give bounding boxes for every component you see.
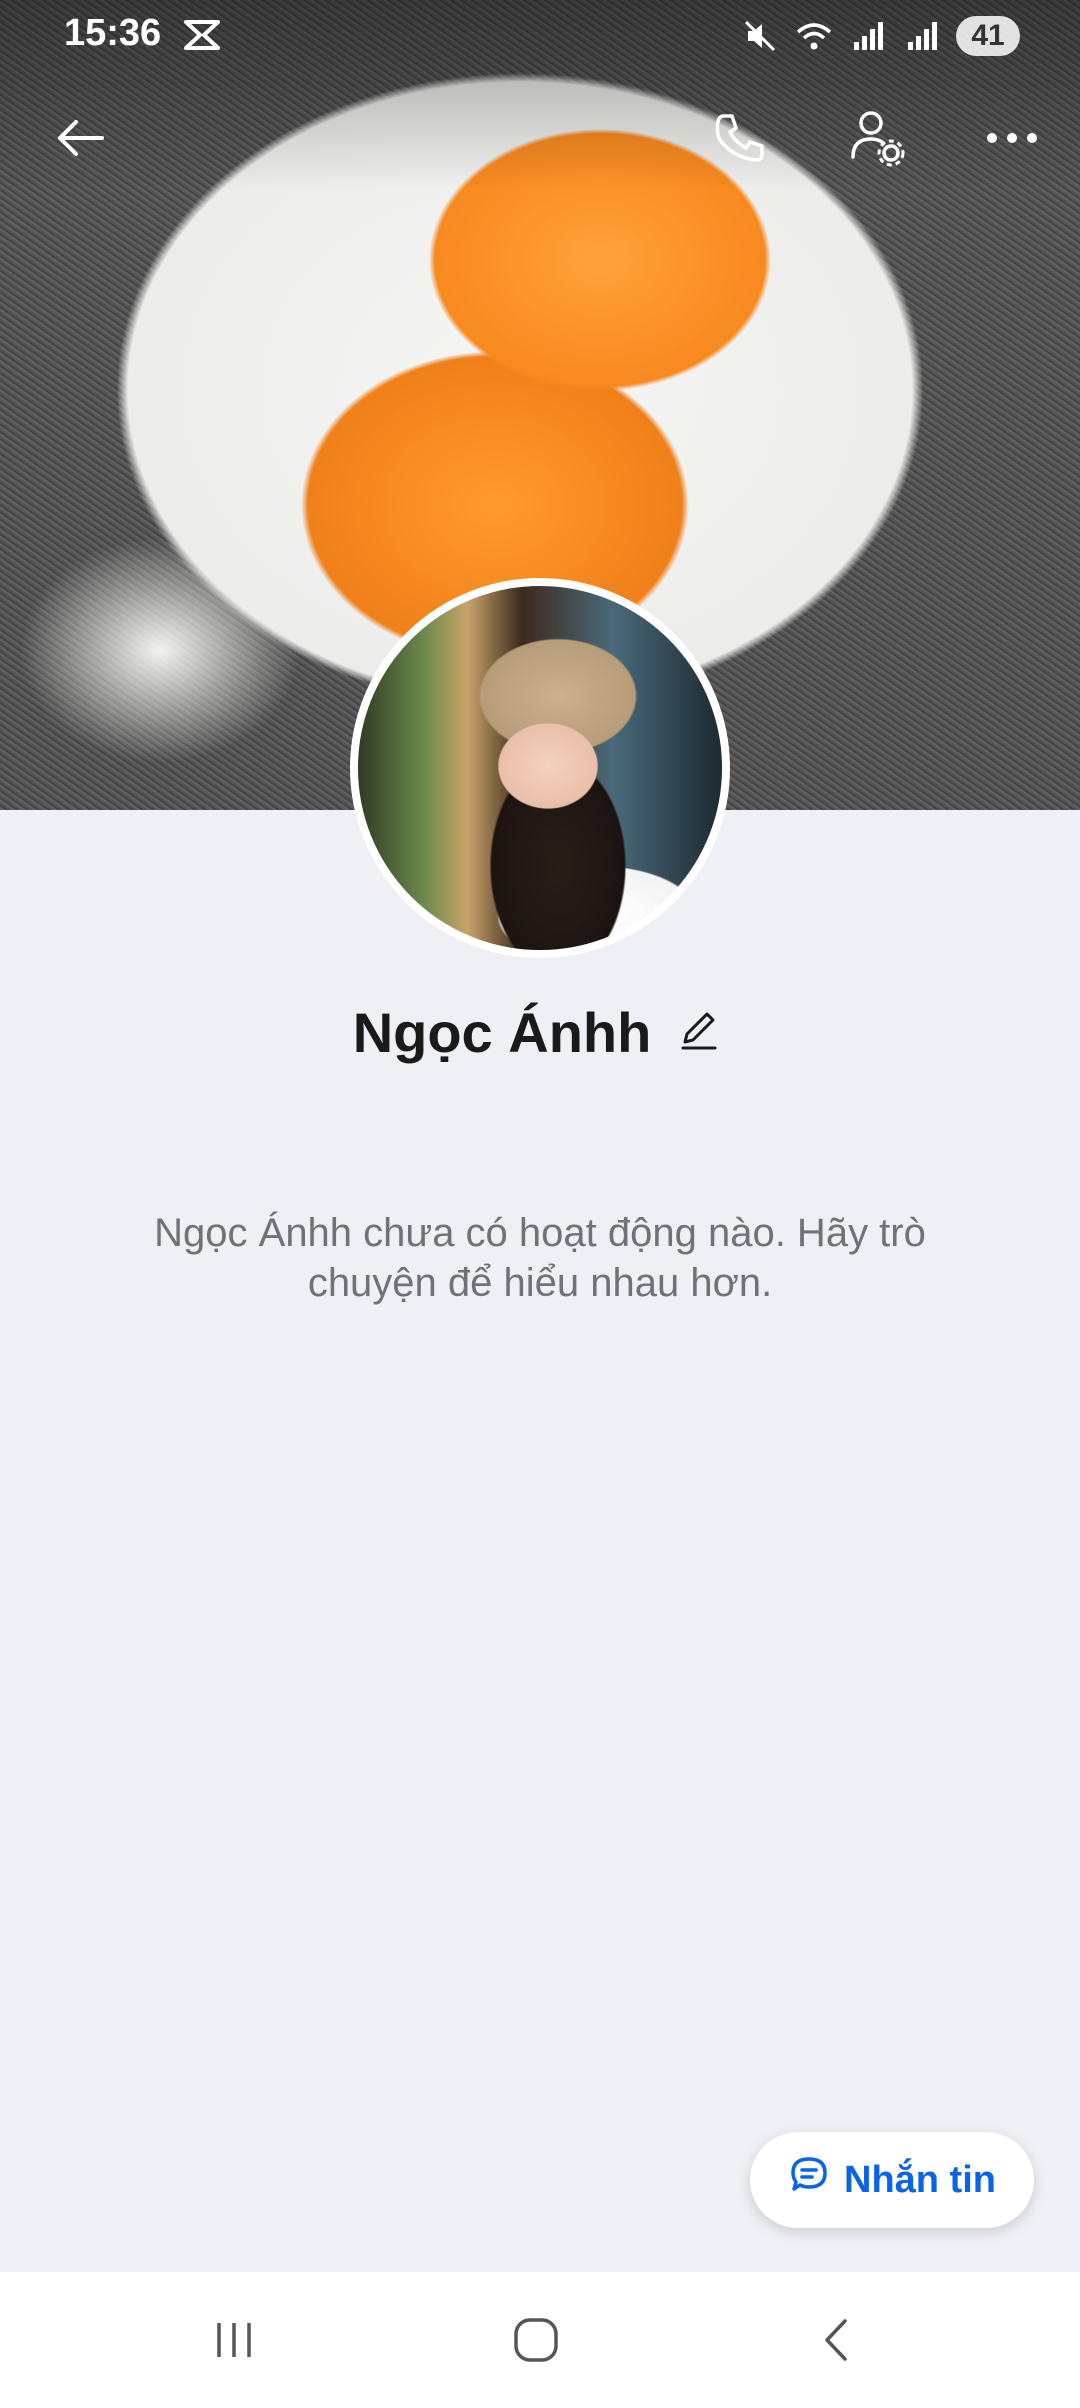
recents-icon (209, 2315, 259, 2370)
user-settings-icon (847, 107, 909, 174)
signal-icon (848, 16, 888, 56)
home-icon (511, 2315, 561, 2370)
back-icon (813, 2315, 863, 2370)
edit-name-button[interactable] (671, 1005, 727, 1061)
profile-settings-button[interactable] (838, 100, 918, 180)
home-button[interactable] (496, 2302, 576, 2382)
recents-button[interactable] (194, 2302, 274, 2382)
status-time: 15:36 (64, 12, 162, 54)
mute-icon (740, 16, 780, 56)
empty-activity-message: Ngọc Ánhh chưa có hoạt động nào. Hãy trò… (154, 1211, 926, 1305)
more-options-button[interactable] (972, 100, 1052, 180)
status-icons: 41 (740, 16, 1020, 56)
phone-icon (710, 108, 770, 173)
avatar[interactable] (350, 578, 730, 958)
status-bar: 15:36 41 (0, 0, 1080, 80)
call-button[interactable] (700, 100, 780, 180)
profile-screen: 15:36 41 Ngọc Ánhh Ngọc Ánhh chưa có hoạ… (0, 0, 1080, 2408)
profile-name: Ngọc Ánhh (352, 1001, 652, 1064)
pencil-icon (677, 1008, 721, 1057)
nav-back-button[interactable] (798, 2302, 878, 2382)
more-icon (984, 128, 1040, 153)
battery-indicator: 41 (956, 16, 1020, 56)
message-button-label: Nhắn tin (844, 2158, 996, 2201)
wifi-icon (794, 16, 834, 56)
signal-icon-2 (902, 16, 942, 56)
message-button[interactable]: Nhắn tin (750, 2132, 1034, 2228)
navigation-bar (0, 2272, 1080, 2408)
chat-bubble-icon (788, 2154, 830, 2206)
back-arrow-icon (52, 110, 108, 171)
profile-name-row: Ngọc Ánhh (0, 1000, 1080, 1065)
back-button[interactable] (40, 100, 120, 180)
capcut-icon (182, 18, 222, 52)
